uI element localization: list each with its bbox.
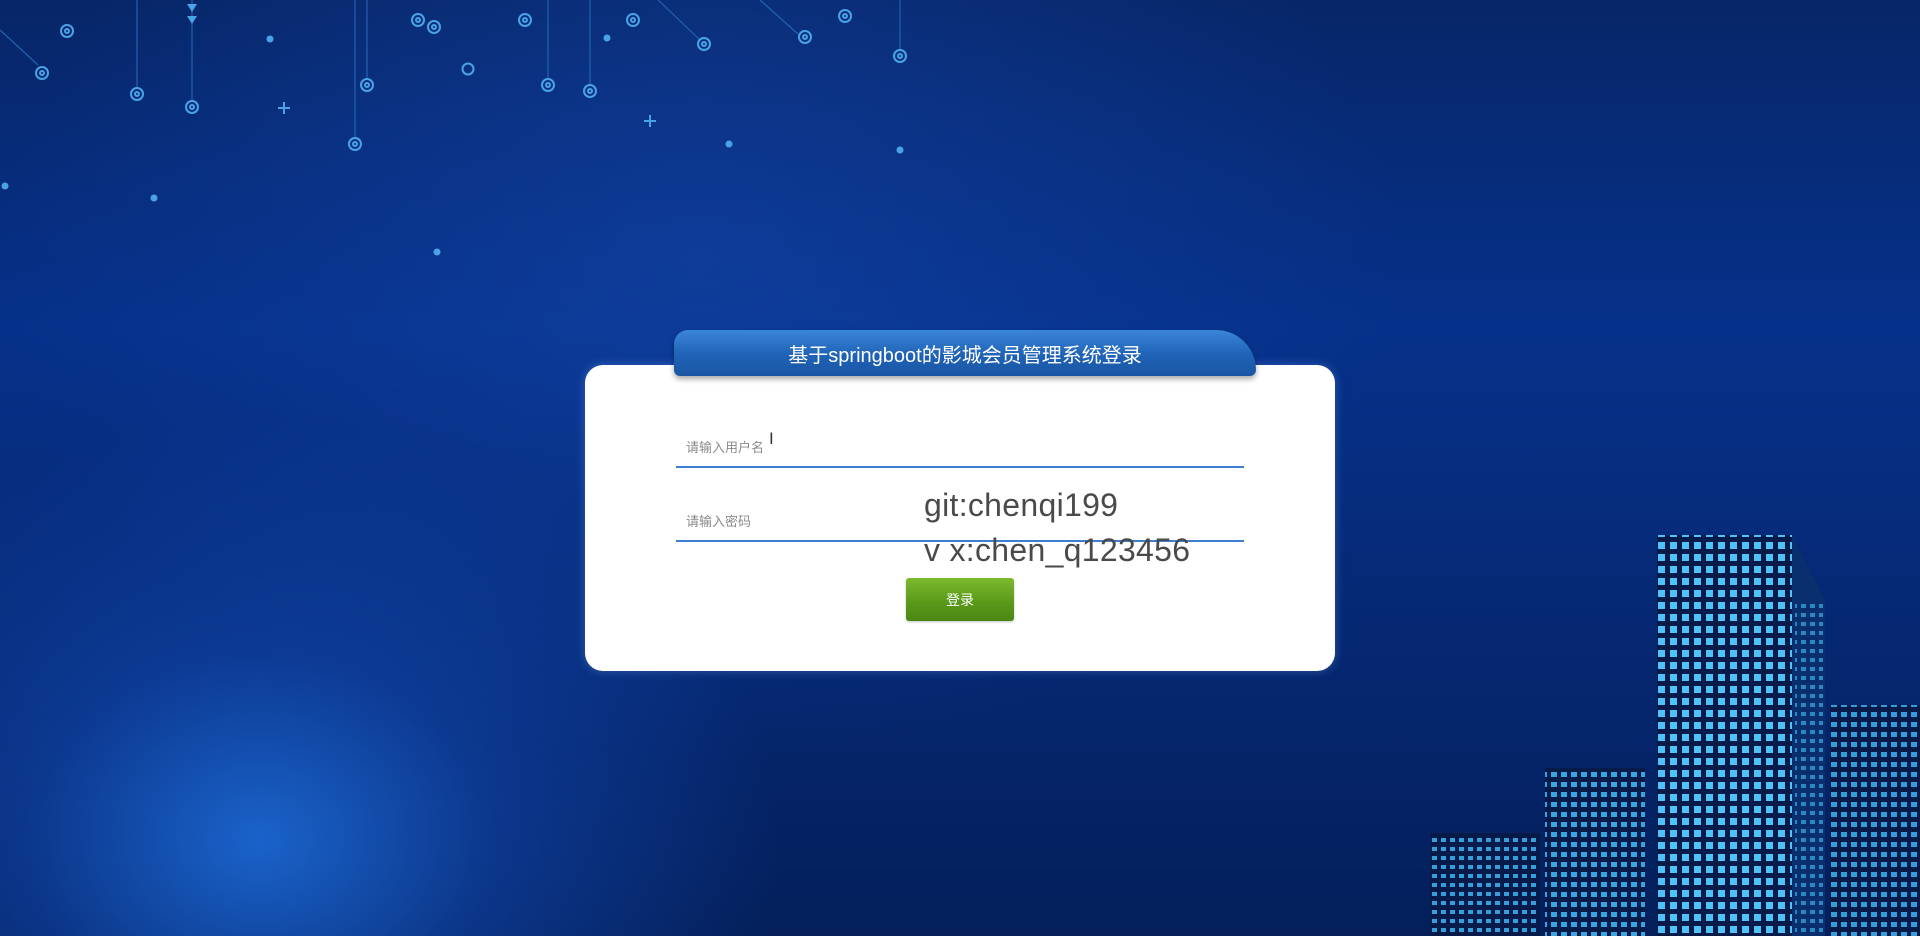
watermark-git: git:chenqi199 — [924, 487, 1119, 523]
page-title: 基于springboot的影城会员管理系统登录 — [674, 330, 1256, 376]
watermark-wechat: v x:chen_q123456 — [924, 532, 1191, 568]
text-cursor-icon: I — [769, 429, 774, 448]
plus-icons — [278, 102, 656, 127]
login-button[interactable]: 登录 — [906, 578, 1014, 621]
city-skyline — [1430, 535, 1920, 936]
username-input[interactable] — [676, 428, 1244, 468]
ring-icon — [461, 62, 475, 76]
gear-icons — [35, 9, 907, 151]
hanging-lines — [0, 0, 901, 138]
